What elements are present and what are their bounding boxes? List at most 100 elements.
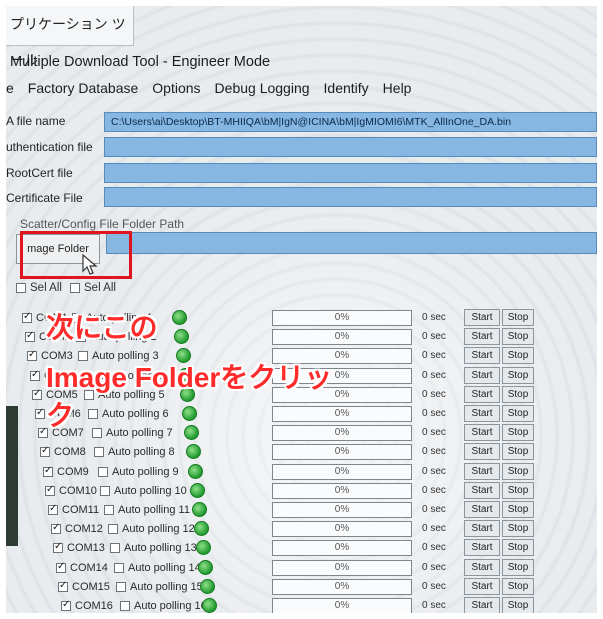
stop-button[interactable]: Stop <box>502 558 534 576</box>
start-button[interactable]: Start <box>464 405 500 422</box>
start-button[interactable]: Start <box>464 424 500 442</box>
start-button[interactable]: Start <box>464 347 500 365</box>
menu-debug-logging[interactable]: Debug Logging <box>215 80 310 104</box>
auto-polling-checkbox[interactable]: Auto polling 12 <box>108 523 195 535</box>
auto-polling-checkbox[interactable]: Auto polling 15 <box>116 581 203 593</box>
auto-polling-checkbox[interactable]: Auto polling 14 <box>114 562 201 574</box>
checkbox-icon[interactable] <box>22 311 32 323</box>
stop-button[interactable]: Stop <box>502 481 534 499</box>
window-tab[interactable]: プリケーション ツール <box>6 6 134 68</box>
checkbox-icon[interactable] <box>53 541 63 554</box>
checkbox-icon[interactable] <box>51 522 61 535</box>
stop-button[interactable]: Stop <box>502 597 534 613</box>
checkbox-icon[interactable] <box>110 543 120 554</box>
checkbox-icon[interactable] <box>56 561 66 573</box>
checkbox-icon[interactable] <box>58 580 68 592</box>
checkbox-icon[interactable] <box>25 330 35 343</box>
com-label: COM16 <box>75 600 113 612</box>
menu-file[interactable]: e <box>6 80 14 104</box>
checkbox-icon[interactable] <box>98 466 108 477</box>
stop-button[interactable]: Stop <box>502 424 534 442</box>
checkbox-icon[interactable] <box>35 407 45 419</box>
checkbox-icon[interactable] <box>27 349 37 362</box>
com-checkbox[interactable]: COM13 <box>53 541 105 554</box>
start-button[interactable]: Start <box>464 558 500 576</box>
certificate-file-input[interactable] <box>104 187 597 207</box>
start-button[interactable]: Start <box>464 462 500 480</box>
start-button[interactable]: Start <box>464 597 500 613</box>
auto-polling-label: Auto polling 7 <box>106 427 173 440</box>
stop-button[interactable]: Stop <box>502 328 534 346</box>
start-button[interactable]: Start <box>464 385 500 403</box>
checkbox-icon[interactable] <box>88 409 98 419</box>
stop-button[interactable]: Stop <box>502 385 534 403</box>
com-checkbox[interactable]: COM14 <box>56 561 108 574</box>
stop-button[interactable]: Stop <box>502 539 534 557</box>
checkbox-icon[interactable] <box>70 283 80 293</box>
auto-polling-label: Auto polling 10 <box>114 484 187 497</box>
checkbox-icon[interactable] <box>43 465 53 477</box>
auto-polling-checkbox[interactable]: Auto polling 16 <box>120 600 207 612</box>
checkbox-icon[interactable] <box>116 581 126 592</box>
checkbox-icon[interactable] <box>92 428 102 439</box>
com-checkbox[interactable]: COM12 <box>51 522 103 535</box>
rootcert-file-input[interactable] <box>104 163 597 183</box>
com-checkbox[interactable]: COM16 <box>61 599 113 612</box>
auto-polling-checkbox[interactable]: Auto polling 11 <box>104 504 190 516</box>
checkbox-icon[interactable] <box>120 601 130 611</box>
checkbox-icon[interactable] <box>114 562 124 573</box>
checkbox-icon[interactable] <box>61 599 71 611</box>
menu-identify[interactable]: Identify <box>324 80 369 104</box>
checkbox-icon[interactable] <box>45 484 55 496</box>
start-button[interactable]: Start <box>464 520 500 538</box>
menu-factory-database[interactable]: Factory Database <box>28 80 139 104</box>
sel-all-auto-checkbox[interactable]: Sel All <box>70 282 116 294</box>
background-strip <box>6 406 18 546</box>
auto-polling-checkbox[interactable]: Auto polling 9 <box>98 466 179 478</box>
start-button[interactable]: Start <box>464 443 500 461</box>
checkbox-icon[interactable] <box>40 445 50 458</box>
da-file-input[interactable]: C:\Users\ai\Desktop\BT-MHIIQA\bM|IgN@ICI… <box>104 112 597 132</box>
com-checkbox[interactable]: COM9 <box>43 465 89 478</box>
auto-polling-checkbox[interactable]: Auto polling 8 <box>94 446 175 458</box>
status-led-icon <box>184 425 199 441</box>
stop-button[interactable]: Stop <box>502 501 534 518</box>
start-button[interactable]: Start <box>464 577 500 595</box>
com-checkbox[interactable]: COM15 <box>58 580 110 593</box>
stop-button[interactable]: Stop <box>502 462 534 480</box>
checkbox-icon[interactable] <box>108 524 118 535</box>
start-button[interactable]: Start <box>464 366 500 384</box>
auto-polling-checkbox[interactable]: Auto polling 6 <box>88 408 169 420</box>
checkbox-icon[interactable] <box>30 369 40 381</box>
checkbox-icon[interactable] <box>16 283 26 293</box>
auto-polling-label: Auto polling 13 <box>124 542 197 555</box>
stop-button[interactable]: Stop <box>502 577 534 595</box>
auth-file-input[interactable] <box>104 137 597 157</box>
com-checkbox[interactable]: COM10 <box>45 484 97 497</box>
start-button[interactable]: Start <box>464 328 500 346</box>
auto-polling-checkbox[interactable]: Auto polling 7 <box>92 427 173 439</box>
stop-button[interactable]: Stop <box>502 405 534 422</box>
start-button[interactable]: Start <box>464 501 500 518</box>
checkbox-icon[interactable] <box>32 388 42 400</box>
start-button[interactable]: Start <box>464 481 500 499</box>
checkbox-icon[interactable] <box>48 503 58 515</box>
folder-path-input[interactable] <box>106 232 597 254</box>
com-checkbox[interactable]: COM11 <box>48 503 99 516</box>
checkbox-icon[interactable] <box>94 447 104 458</box>
stop-button[interactable]: Stop <box>502 347 534 365</box>
sel-all-checkbox[interactable]: Sel All <box>16 282 62 294</box>
stop-button[interactable]: Stop <box>502 520 534 538</box>
checkbox-icon[interactable] <box>100 485 110 496</box>
checkbox-icon[interactable] <box>104 505 114 515</box>
start-button[interactable]: Start <box>464 539 500 557</box>
stop-button[interactable]: Stop <box>502 443 534 461</box>
auto-polling-checkbox[interactable]: Auto polling 10 <box>100 485 187 497</box>
com-checkbox[interactable]: COM8 <box>40 445 86 458</box>
auto-polling-checkbox[interactable]: Auto polling 13 <box>110 542 197 554</box>
stop-button[interactable]: Stop <box>502 309 534 326</box>
stop-button[interactable]: Stop <box>502 366 534 384</box>
menu-options[interactable]: Options <box>152 80 200 104</box>
menu-help[interactable]: Help <box>383 80 412 104</box>
start-button[interactable]: Start <box>464 309 500 326</box>
